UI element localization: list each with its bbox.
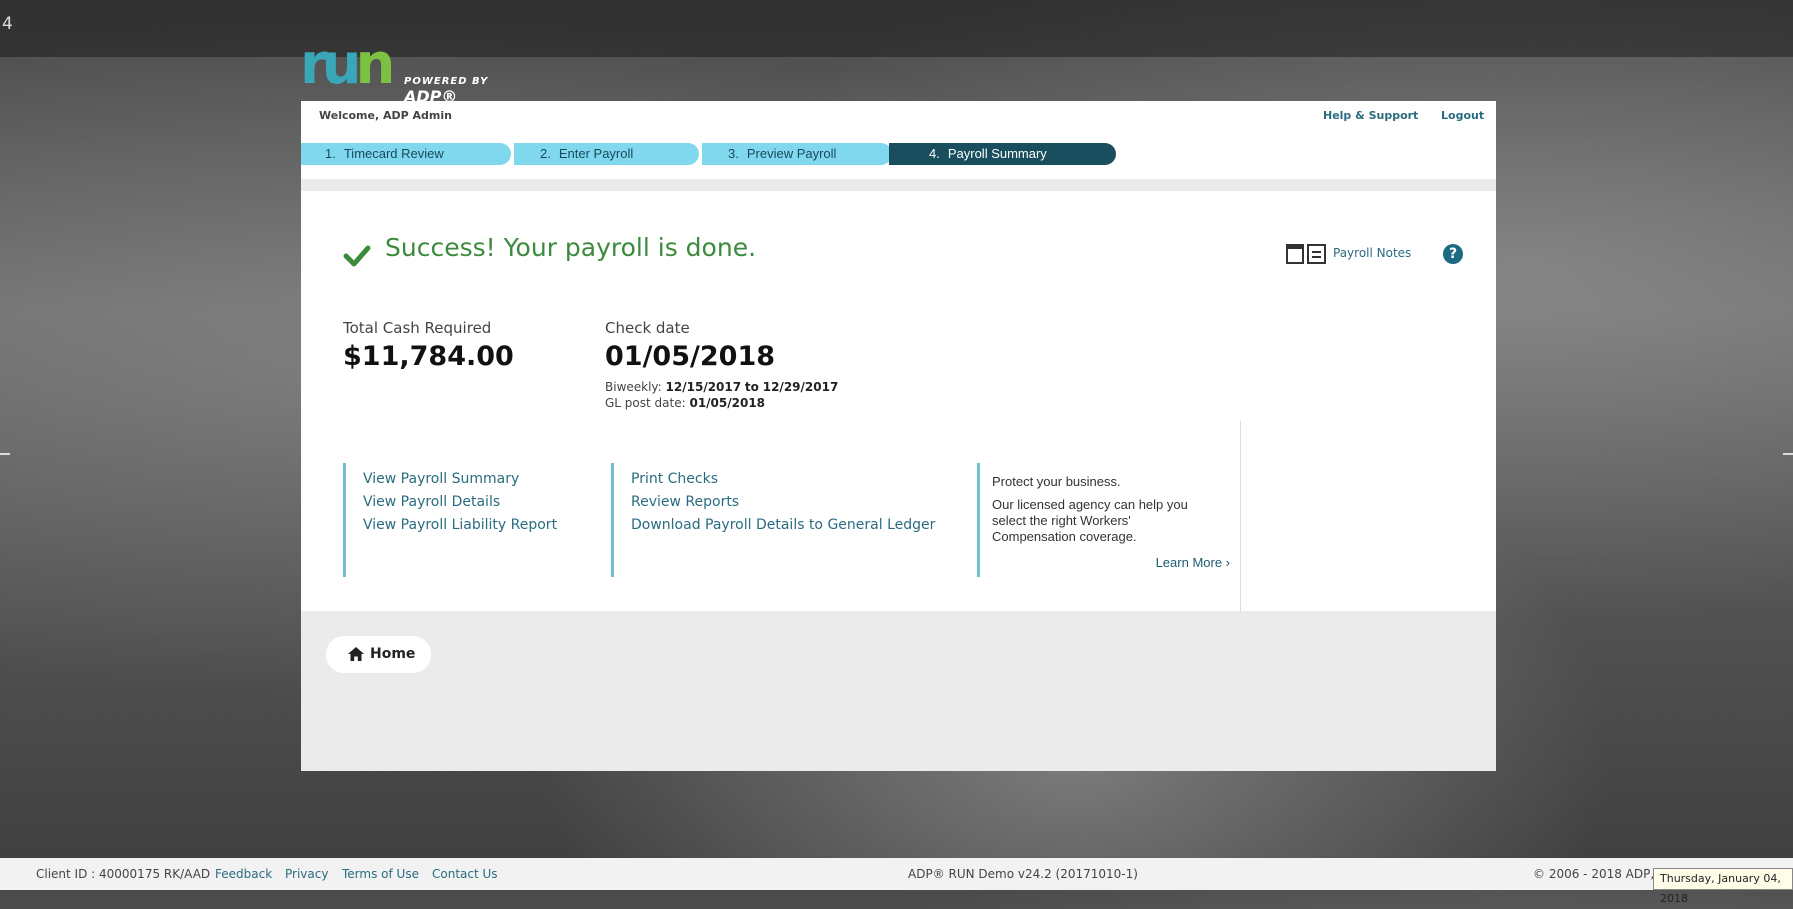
bottom-area: Home — [301, 611, 1496, 771]
check-date-value: 01/05/2018 — [605, 341, 776, 372]
promo-body: Our licensed agency can help you select … — [992, 497, 1188, 544]
report-links-column: View Payroll Summary View Payroll Detail… — [343, 463, 557, 577]
payroll-notes-link[interactable]: Payroll Notes — [1333, 246, 1411, 260]
view-liability-report-link[interactable]: View Payroll Liability Report — [363, 517, 557, 533]
right-edge-dash — [1783, 453, 1793, 455]
home-button[interactable]: Home — [326, 636, 431, 673]
print-links-column: Print Checks Review Reports Download Pay… — [611, 463, 935, 577]
version-text: ADP® RUN Demo v24.2 (20171010-1) — [908, 867, 1138, 881]
terms-link[interactable]: Terms of Use — [342, 867, 419, 881]
step-payroll-summary[interactable]: 4. Payroll Summary — [889, 143, 1116, 165]
feedback-link[interactable]: Feedback — [215, 867, 272, 881]
content-divider — [1240, 421, 1241, 611]
privacy-link[interactable]: Privacy — [285, 867, 328, 881]
top-bar — [0, 0, 1793, 57]
contact-link[interactable]: Contact Us — [432, 867, 498, 881]
checkmark-icon — [343, 245, 371, 267]
run-adp-logo: run POWERED BY ADP® — [300, 32, 540, 107]
left-edge-dash — [0, 453, 10, 455]
pay-period: Biweekly: 12/15/2017 to 12/29/2017 — [605, 380, 839, 394]
total-cash-label: Total Cash Required — [343, 319, 492, 337]
check-date-label: Check date — [605, 319, 690, 337]
payroll-notes-icon[interactable] — [1286, 244, 1328, 264]
step-enter-payroll[interactable]: 2. Enter Payroll — [511, 143, 699, 165]
view-payroll-details-link[interactable]: View Payroll Details — [363, 494, 557, 510]
print-checks-link[interactable]: Print Checks — [631, 471, 935, 487]
view-payroll-summary-link[interactable]: View Payroll Summary — [363, 471, 557, 487]
promo-title: Protect your business. — [992, 474, 1121, 489]
help-support-link[interactable]: Help & Support — [1323, 109, 1418, 122]
header-divider — [301, 179, 1496, 191]
learn-more-link[interactable]: Learn More › — [1156, 555, 1230, 570]
welcome-text: Welcome, ADP Admin — [319, 109, 452, 122]
logout-link[interactable]: Logout — [1441, 109, 1484, 122]
copyright-text: © 2006 - 2018 ADP, L — [1533, 867, 1665, 881]
client-id: Client ID : 40000175 RK/AAD — [36, 867, 211, 881]
total-cash-value: $11,784.00 — [343, 341, 514, 372]
step-timecard-review[interactable]: 1. Timecard Review — [301, 143, 511, 165]
gl-post-date: GL post date: 01/05/2018 — [605, 396, 766, 410]
download-gl-link[interactable]: Download Payroll Details to General Ledg… — [631, 517, 935, 533]
success-message: Success! Your payroll is done. — [385, 233, 757, 262]
question-circle-icon[interactable]: ? — [1443, 244, 1463, 264]
main-panel: Welcome, ADP Admin Help & Support Logout… — [301, 101, 1496, 771]
run-logo-mark: run — [300, 32, 395, 97]
edge-number: 4 — [2, 14, 13, 34]
date-tooltip: Thursday, January 04, 2018 — [1653, 868, 1793, 905]
step-preview-payroll[interactable]: 3. Preview Payroll — [699, 143, 892, 165]
home-icon — [348, 647, 364, 661]
footer: Client ID : 40000175 RK/AAD Feedback Pri… — [0, 858, 1793, 890]
promo-column: Protect your business. Our licensed agen… — [977, 463, 1230, 577]
review-reports-link[interactable]: Review Reports — [631, 494, 935, 510]
